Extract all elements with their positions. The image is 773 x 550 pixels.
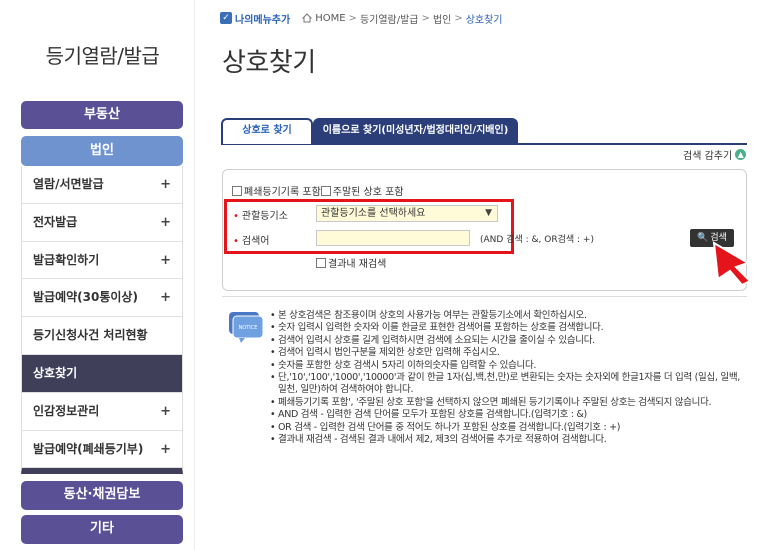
sidebar-item-label: 발급예약(폐쇄등기부) bbox=[33, 441, 144, 456]
collapse-icon: ▲ bbox=[735, 148, 747, 160]
include-closed-label: 폐쇄등기기록 포함 bbox=[244, 187, 321, 198]
sidebar-item-reserve[interactable]: 발급예약(30통이상) + bbox=[22, 279, 182, 318]
add-my-menu-link[interactable]: 나의메뉴추가 bbox=[235, 11, 290, 26]
notice-item: 결과내 재검색 - 검색된 결과 내에서 제2, 제3의 검색어를 추가로 적용… bbox=[270, 434, 740, 447]
sidebar-item-realestate[interactable]: 부동산 bbox=[21, 101, 183, 129]
sidebar-item-label: 전자발급 bbox=[33, 214, 78, 229]
tab-search-by-name[interactable]: 이름으로 찾기(미성년자/법정대리인/지배인) bbox=[313, 118, 518, 144]
sidebar-item-movable[interactable]: 동산·채권담보 bbox=[21, 481, 183, 510]
sidebar-submenu: 열람/서면발급 + 전자발급 + 발급확인하기 + 발급예약(30통이상) + … bbox=[21, 166, 183, 475]
sidebar-item-label: 발급예약(30통이상) bbox=[33, 290, 138, 305]
sidebar-item-view-issue[interactable]: 열람/서면발급 + bbox=[22, 166, 182, 204]
tab-search-by-company[interactable]: 상호로 찾기 bbox=[221, 118, 313, 144]
breadcrumb-level2[interactable]: 법인 bbox=[433, 11, 451, 26]
notice-item: 숫자 입력시 입력한 숫자와 이를 한글로 표현한 검색어를 포함하는 상호를 … bbox=[270, 322, 740, 335]
search-toggle[interactable]: 검색 감추기 ▲ bbox=[683, 146, 747, 162]
sidebar-item-case-status[interactable]: 등기신청사건 처리현황 bbox=[22, 317, 182, 355]
sidebar-title: 등기열람/발급 bbox=[45, 44, 160, 68]
sidebar-item-label: 등기신청사건 처리현황 bbox=[33, 328, 148, 343]
notice-item: OR 검색 - 입력한 검색 단어를 중 적어도 하나가 포함된 상호를 검색합… bbox=[270, 422, 740, 435]
notice-item: 검색어 입력시 법인구분을 제외한 상호만 입력해 주십시오. bbox=[270, 347, 740, 360]
sidebar-item-label: 열람/서면발급 bbox=[33, 177, 104, 191]
breadcrumb-separator: > bbox=[348, 12, 357, 24]
search-toggle-label: 검색 감추기 bbox=[683, 150, 733, 162]
search-syntax-hint: (AND 검색 : &, OR검색 : +) bbox=[480, 235, 594, 245]
breadcrumb-home[interactable]: HOME bbox=[315, 13, 345, 24]
filter-checkboxes: 폐쇄등기기록 포함 주말된 상호 포함 bbox=[232, 183, 404, 198]
sidebar: 등기열람/발급 부동산 법인 열람/서면발급 + 전자발급 + 발급확인하기 +… bbox=[0, 0, 195, 550]
plus-icon: + bbox=[160, 290, 171, 306]
breadcrumb-separator: > bbox=[421, 12, 430, 24]
notice-item: 본 상호검색은 참조용이며 상호의 사용가능 여부는 관할등기소에서 확인하십시… bbox=[270, 310, 740, 323]
notice-list: 본 상호검색은 참조용이며 상호의 사용가능 여부는 관할등기소에서 확인하십시… bbox=[270, 310, 740, 447]
sidebar-item-reserve-closed[interactable]: 발급예약(폐쇄등기부) + bbox=[22, 430, 182, 469]
include-terminated-checkbox[interactable] bbox=[320, 185, 331, 196]
page-title: 상호찾기 bbox=[222, 48, 316, 78]
plus-icon: + bbox=[160, 177, 171, 192]
breadcrumb-separator: > bbox=[454, 12, 463, 24]
sidebar-item-seal[interactable]: 인감정보관리 + bbox=[22, 392, 182, 431]
breadcrumb: ✓ 나의메뉴추가 HOME > 등기열람/발급 > 법인 > 상호찾기 bbox=[220, 9, 503, 27]
sidebar-item-label: 상호찾기 bbox=[33, 365, 78, 380]
breadcrumb-level1[interactable]: 등기열람/발급 bbox=[360, 11, 419, 26]
sidebar-item-label: 발급확인하기 bbox=[33, 252, 100, 267]
plus-icon: + bbox=[160, 403, 171, 419]
pointer-arrow-icon bbox=[712, 241, 752, 287]
plus-icon: + bbox=[160, 214, 171, 230]
notice-item: 숫자를 포함한 상호 검색시 5자리 이하의숫자를 입력할 수 있습니다. bbox=[270, 360, 740, 373]
include-terminated-label: 주말된 상호 포함 bbox=[332, 187, 404, 198]
sidebar-item-etc[interactable]: 기타 bbox=[21, 515, 183, 544]
highlight-frame bbox=[224, 199, 514, 254]
notice-item: AND 검색 - 입력한 검색 단어를 모두가 포함된 상호를 검색합니다.(입… bbox=[270, 409, 740, 422]
notice-item: 폐쇄등기기록 포함', '주말된 상호 포함'을 선택하지 않으면 폐쇄된 등기… bbox=[270, 397, 740, 410]
breadcrumb-current: 상호찾기 bbox=[465, 14, 503, 26]
sidebar-item-corporation[interactable]: 법인 bbox=[21, 136, 183, 166]
plus-icon: + bbox=[160, 252, 171, 268]
sidebar-item-verify[interactable]: 발급확인하기 + bbox=[22, 241, 182, 280]
notice-item: 검색어 입력시 상호를 길게 입력하시면 검색에 소요되는 시간을 줄이실 수 … bbox=[270, 335, 740, 348]
sidebar-item-company-search[interactable]: 상호찾기 bbox=[22, 354, 182, 393]
sidebar-item-e-issue[interactable]: 전자발급 + bbox=[22, 203, 182, 242]
rescan-checkbox[interactable] bbox=[316, 257, 326, 268]
sidebar-item-label: 인감정보관리 bbox=[33, 403, 100, 418]
rescan-option: 결과내 재검색 bbox=[316, 255, 386, 270]
search-icon: 🔍 bbox=[697, 233, 709, 243]
home-icon bbox=[302, 13, 313, 23]
rescan-label: 결과내 재검색 bbox=[328, 259, 387, 270]
check-icon[interactable]: ✓ bbox=[220, 12, 232, 24]
include-closed-checkbox[interactable] bbox=[232, 185, 242, 196]
svg-text:NOTICE: NOTICE bbox=[239, 325, 258, 331]
notice-icon: NOTICE bbox=[229, 312, 264, 343]
plus-icon: + bbox=[160, 441, 171, 457]
notice-item: 단,'10','100','1000','10000'과 같이 한글 1자(십,… bbox=[270, 372, 740, 397]
